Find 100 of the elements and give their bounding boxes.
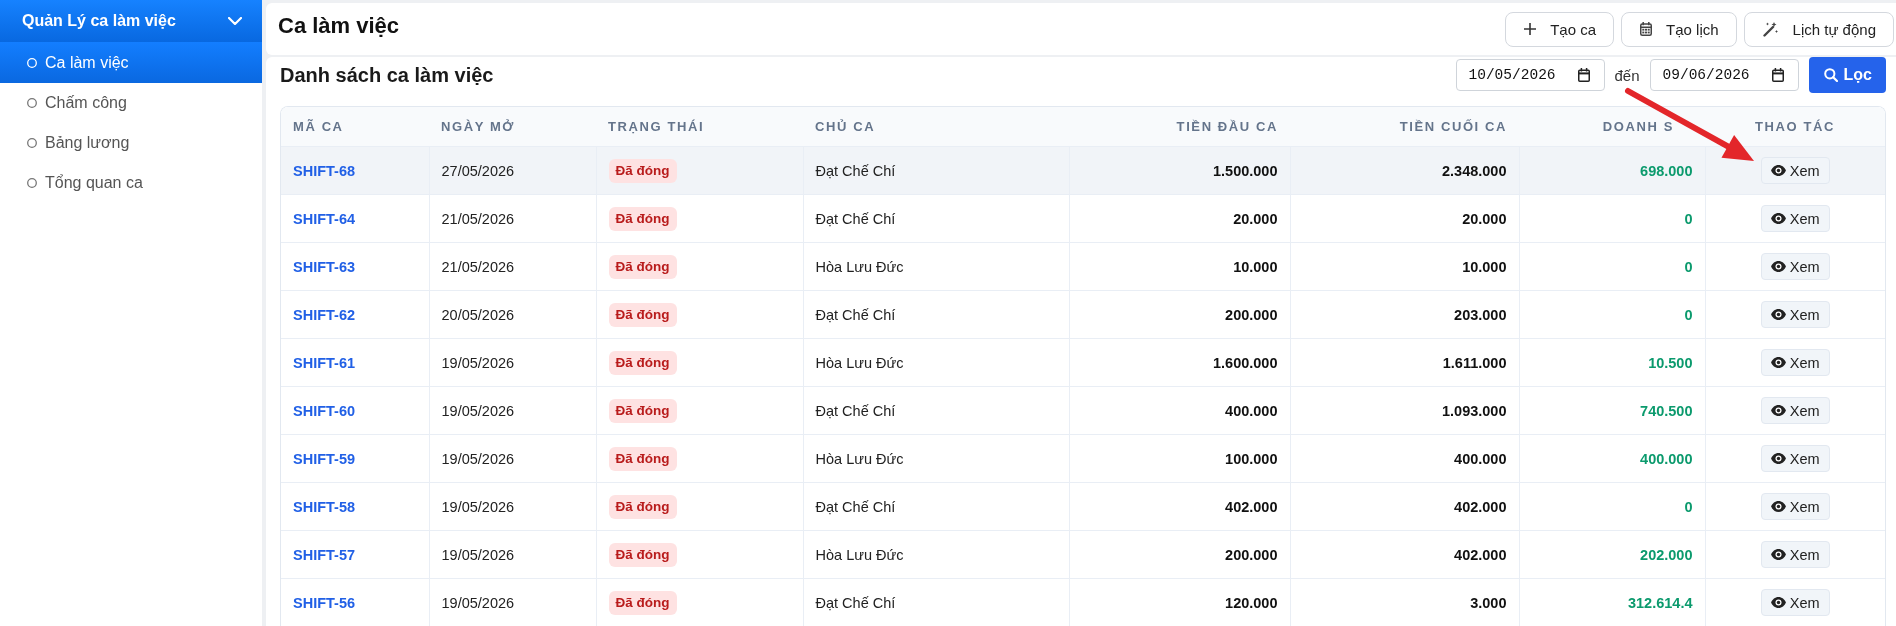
table-cell: 402.000 — [1290, 530, 1519, 579]
header-action-button[interactable]: Tạo lịch — [1621, 11, 1737, 47]
table-cell: 698.000 — [1519, 146, 1705, 195]
shift-code-link[interactable]: SHIFT-57 — [293, 546, 356, 563]
table-cell: 1.611.000 — [1290, 338, 1519, 387]
eye-icon — [1770, 405, 1786, 416]
column-header: TIỀN CUỐI CA — [1290, 107, 1519, 147]
shift-code-link[interactable]: SHIFT-56 — [293, 594, 356, 611]
list-title: Danh sách ca làm việc — [280, 63, 494, 87]
eye-icon — [1770, 309, 1786, 320]
view-button[interactable]: Xem — [1760, 397, 1830, 424]
date-field[interactable]: 09/06/2026 — [1649, 59, 1799, 91]
eye-icon — [1770, 597, 1786, 608]
table-cell: 21/05/2026 — [429, 194, 596, 243]
table-cell: 20/05/2026 — [429, 290, 596, 339]
menu-group-toggle[interactable]: Quản Lý ca làm việc — [0, 0, 262, 42]
header-action-button[interactable]: Lịch tự động — [1743, 11, 1894, 47]
column-header: THAO TÁC — [1705, 107, 1885, 147]
table-cell: 10.000 — [1290, 242, 1519, 291]
view-button[interactable]: Xem — [1760, 493, 1830, 520]
shift-code-link[interactable]: SHIFT-61 — [293, 354, 356, 371]
column-header: CHỦ CA — [803, 107, 1069, 147]
table-cell: 1.500.000 — [1069, 146, 1290, 195]
shift-code-link[interactable]: SHIFT-68 — [293, 162, 356, 179]
status-badge: Đã đóng — [608, 590, 677, 615]
table-cell: 1.600.000 — [1069, 338, 1290, 387]
table-cell: 2.348.000 — [1290, 146, 1519, 195]
status-badge: Đã đóng — [608, 302, 677, 327]
table-cell: 19/05/2026 — [429, 386, 596, 435]
eye-icon — [1770, 357, 1786, 368]
table-cell: 0 — [1519, 194, 1705, 243]
sidebar-item[interactable]: Ca làm việc — [0, 42, 262, 83]
eye-icon — [1770, 213, 1786, 224]
status-badge: Đã đóng — [608, 206, 677, 231]
view-button[interactable]: Xem — [1760, 541, 1830, 568]
view-button[interactable]: Xem — [1760, 157, 1830, 184]
table-cell: 400.000 — [1290, 434, 1519, 483]
table-cell: 20.000 — [1069, 194, 1290, 243]
sidebar-item[interactable]: Bảng lương — [0, 123, 262, 163]
circle-icon — [27, 178, 37, 188]
table-cell: Đạt Chế Chí — [803, 290, 1069, 339]
shift-code-link[interactable]: SHIFT-64 — [293, 210, 356, 227]
plus-icon — [1524, 23, 1537, 35]
table-cell: Hòa Lưu Đức — [803, 434, 1069, 483]
shift-code-link[interactable]: SHIFT-63 — [293, 258, 356, 275]
view-button[interactable]: Xem — [1760, 445, 1830, 472]
column-header: NGÀY MỞ — [429, 107, 596, 147]
table-cell: 19/05/2026 — [429, 530, 596, 579]
eye-icon — [1770, 165, 1786, 176]
table-cell: 19/05/2026 — [429, 434, 596, 483]
shift-code-link[interactable]: SHIFT-60 — [293, 402, 356, 419]
shift-code-link[interactable]: SHIFT-59 — [293, 450, 356, 467]
calendar-icon — [1771, 68, 1784, 82]
table-cell: Đạt Chế Chí — [803, 386, 1069, 435]
status-badge: Đã đóng — [608, 446, 677, 471]
table-cell: 200.000 — [1069, 530, 1290, 579]
table-cell: 1.093.000 — [1290, 386, 1519, 435]
header-action-button[interactable]: Tạo ca — [1505, 11, 1615, 47]
status-badge: Đã đóng — [608, 158, 677, 183]
view-button[interactable]: Xem — [1760, 205, 1830, 232]
status-badge: Đã đóng — [608, 542, 677, 567]
status-badge: Đã đóng — [608, 398, 677, 423]
view-button[interactable]: Xem — [1760, 253, 1830, 280]
calendar-icon — [1640, 22, 1653, 36]
column-header: DOANH S — [1519, 107, 1705, 147]
calendar-icon — [1577, 68, 1590, 82]
table-cell: 19/05/2026 — [429, 338, 596, 387]
table-cell: 0 — [1519, 482, 1705, 531]
table-cell: 312.614.4 — [1519, 578, 1705, 626]
circle-icon — [27, 138, 37, 148]
table-cell: 19/05/2026 — [429, 482, 596, 531]
column-header: TIỀN ĐẦU CA — [1069, 107, 1290, 147]
status-badge: Đã đóng — [608, 254, 677, 279]
table-cell: 27/05/2026 — [429, 146, 596, 195]
sidebar-item[interactable]: Chấm công — [0, 83, 262, 123]
table-cell: 120.000 — [1069, 578, 1290, 626]
table-cell: Đạt Chế Chí — [803, 146, 1069, 195]
table-cell: 19/05/2026 — [429, 578, 596, 626]
filter-button[interactable]: Lọc — [1808, 57, 1886, 93]
shift-code-link[interactable]: SHIFT-58 — [293, 498, 356, 515]
date-field[interactable]: 10/05/2026 — [1455, 59, 1605, 91]
table-cell: 0 — [1519, 290, 1705, 339]
date-range-separator: đến — [1614, 66, 1640, 84]
table-cell: Hòa Lưu Đức — [803, 530, 1069, 579]
table-cell: 740.500 — [1519, 386, 1705, 435]
view-button[interactable]: Xem — [1760, 589, 1830, 616]
table-cell: 3.000 — [1290, 578, 1519, 626]
page-title: Ca làm việc — [278, 13, 400, 39]
sidebar-item[interactable]: Tổng quan ca — [0, 163, 262, 203]
search-icon — [1823, 68, 1838, 82]
shift-code-link[interactable]: SHIFT-62 — [293, 306, 356, 323]
view-button[interactable]: Xem — [1760, 301, 1830, 328]
table-cell: 10.500 — [1519, 338, 1705, 387]
view-button[interactable]: Xem — [1760, 349, 1830, 376]
magic-wand-icon — [1762, 21, 1779, 37]
eye-icon — [1770, 501, 1786, 512]
eye-icon — [1770, 549, 1786, 560]
status-badge: Đã đóng — [608, 494, 677, 519]
table-cell: Đạt Chế Chí — [803, 482, 1069, 531]
table-cell: 400.000 — [1519, 434, 1705, 483]
